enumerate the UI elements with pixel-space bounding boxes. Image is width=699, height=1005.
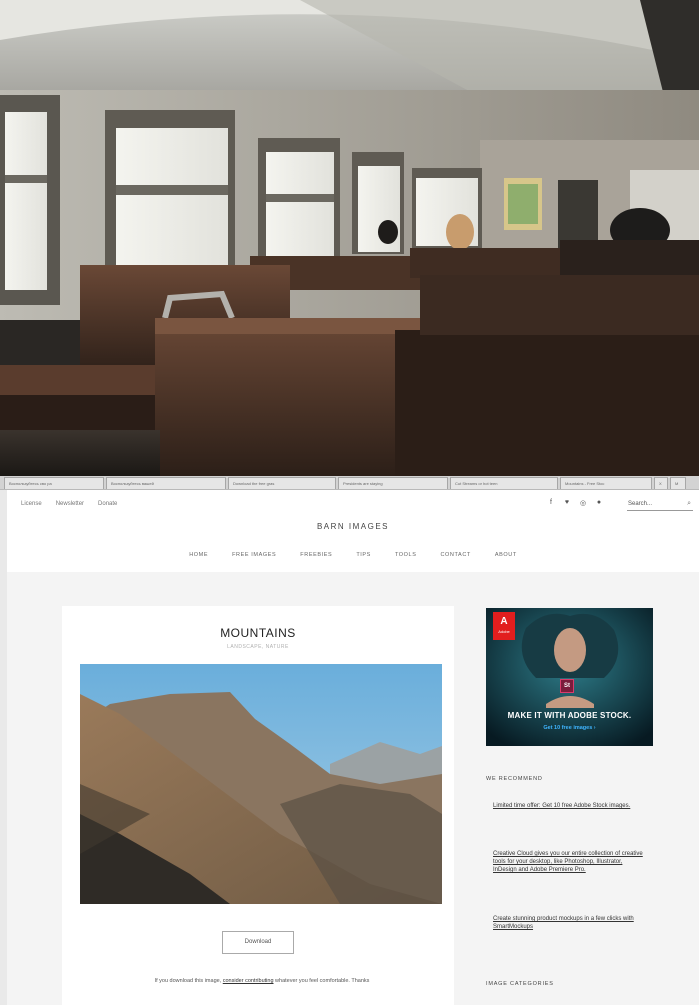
top-bar: License Newsletter Donate f ♥ ◎ ● Search…	[7, 490, 699, 518]
browser-tab[interactable]: Cut Streams or hot teen	[450, 477, 558, 489]
browser-tab[interactable]: Presidents are staying	[338, 477, 448, 489]
train-interior-photo	[0, 0, 699, 476]
close-tab-icon[interactable]: X	[654, 477, 668, 489]
browser-tab[interactable]: Воспользуйтесь вашей	[106, 477, 226, 489]
top-links: License Newsletter Donate	[21, 501, 117, 507]
adobe-stock-ad[interactable]: A Adobe St MAKE IT WITH ADOBE STOCK. Get…	[486, 608, 653, 746]
post-category[interactable]: LANDSCAPE, NATURE	[62, 644, 454, 650]
donate-link[interactable]: Donate	[98, 501, 117, 507]
nav-item-home[interactable]: HOME	[177, 552, 220, 558]
nav-item-contact[interactable]: CONTACT	[428, 552, 482, 558]
adobe-stock-badge: St	[560, 679, 574, 693]
contribute-link[interactable]: consider contributing	[223, 978, 274, 984]
site-logo[interactable]: BARN IMAGES	[7, 522, 699, 531]
instagram-icon[interactable]: ◎	[579, 499, 587, 507]
post-text: If you download this image, consider con…	[92, 978, 432, 984]
ad-cta[interactable]: Get 10 free images ›	[486, 725, 653, 731]
nav-item-free-images[interactable]: FREE IMAGES	[220, 552, 288, 558]
license-link[interactable]: License	[21, 501, 42, 507]
browser-tab-active[interactable]: Mountains - Free Stoc	[560, 477, 652, 489]
website: License Newsletter Donate f ♥ ◎ ● Search…	[0, 490, 699, 1005]
search-placeholder: Search...	[628, 501, 653, 507]
browser-tab[interactable]: М	[670, 477, 686, 489]
categories-heading: IMAGE CATEGORIES	[486, 981, 554, 987]
social-icons: f ♥ ◎ ●	[547, 499, 603, 507]
browser-tab-strip: Воспользуйтесь сво ра Воспользуйтесь ваш…	[0, 476, 699, 490]
nav-item-tools[interactable]: TOOLS	[383, 552, 429, 558]
twitter-icon[interactable]: ♥	[563, 499, 571, 507]
recommend-link[interactable]: Creative Cloud gives you our entire coll…	[493, 850, 643, 874]
page: Воспользуйтесь сво ра Воспользуйтесь ваш…	[0, 0, 699, 1005]
post-title: MOUNTAINS	[220, 626, 296, 640]
browser-tab[interactable]: Download the free gras	[228, 477, 336, 489]
post-card: MOUNTAINS LANDSCAPE, NATURE Download If …	[62, 606, 454, 1005]
ad-headline: MAKE IT WITH ADOBE STOCK.	[507, 711, 632, 720]
pinterest-icon[interactable]: ●	[595, 499, 603, 507]
recommend-link[interactable]: Limited time offer: Get 10 free Adobe St…	[493, 802, 643, 810]
newsletter-link[interactable]: Newsletter	[56, 501, 84, 507]
post-text-start: If you download this image,	[154, 978, 223, 984]
facebook-icon[interactable]: f	[547, 499, 555, 507]
recommend-heading: WE RECOMMEND	[486, 776, 543, 782]
recommend-link[interactable]: Create stunning product mockups in a few…	[493, 915, 643, 931]
nav-item-tips[interactable]: TIPS	[344, 552, 383, 558]
post-text-end: whatever you feel comfortable. Thanks	[273, 978, 370, 984]
adobe-logo: A Adobe	[493, 612, 515, 640]
download-button[interactable]: Download	[222, 931, 294, 954]
nav-item-about[interactable]: ABOUT	[483, 552, 529, 558]
main-nav: HOME FREE IMAGES FREEBIES TIPS TOOLS CON…	[7, 552, 699, 558]
mountain-photo[interactable]	[80, 664, 442, 904]
nav-item-freebies[interactable]: FREEBIES	[288, 552, 344, 558]
search-icon[interactable]: ⌕	[687, 500, 691, 508]
browser-tab[interactable]: Воспользуйтесь сво ра	[4, 477, 104, 489]
search-input[interactable]: Search... ⌕	[627, 499, 693, 511]
